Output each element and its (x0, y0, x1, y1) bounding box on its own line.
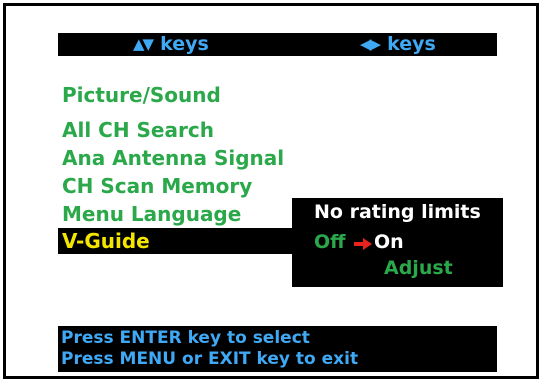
menu-item-ch-scan-memory[interactable]: CH Scan Memory (58, 172, 298, 200)
horizontal-keys-label: keys (387, 33, 436, 55)
key-hint-bar: ▲▼ keys ◀▶ keys (58, 33, 497, 56)
menu-item-v-guide[interactable]: V-Guide (58, 228, 294, 254)
menu-item-menu-language[interactable]: Menu Language (58, 200, 298, 228)
setup-menu: Picture/Sound All CH Search Ana Antenna … (58, 81, 298, 254)
adjust-button[interactable]: Adjust (384, 257, 453, 279)
tv-menu-screen: ▲▼ keys ◀▶ keys Picture/Sound All CH Searc… (3, 3, 539, 379)
vertical-keys-label: keys (160, 33, 209, 55)
up-down-arrows-icon: ▲▼ (133, 35, 154, 53)
instruction-select: Press ENTER key to select (61, 328, 310, 348)
red-arrow-icon (354, 238, 372, 250)
vertical-keys-hint: ▲▼ keys (133, 33, 209, 56)
menu-item-picture-sound[interactable]: Picture/Sound (58, 81, 298, 109)
instruction-exit: Press MENU or EXIT key to exit (61, 349, 359, 369)
submenu-title: No rating limits (314, 201, 481, 223)
red-arrow-shape (354, 238, 372, 250)
left-right-arrows-icon: ◀▶ (360, 35, 381, 53)
option-off[interactable]: Off (314, 231, 346, 253)
menu-item-ana-antenna-signal[interactable]: Ana Antenna Signal (58, 144, 298, 172)
v-guide-submenu: No rating limits Off On Adjust (292, 198, 503, 287)
option-on[interactable]: On (374, 231, 404, 253)
instruction-bar: Press ENTER key to select Press MENU or … (58, 326, 497, 372)
menu-item-all-ch-search[interactable]: All CH Search (58, 116, 298, 144)
horizontal-keys-hint: ◀▶ keys (360, 33, 436, 56)
